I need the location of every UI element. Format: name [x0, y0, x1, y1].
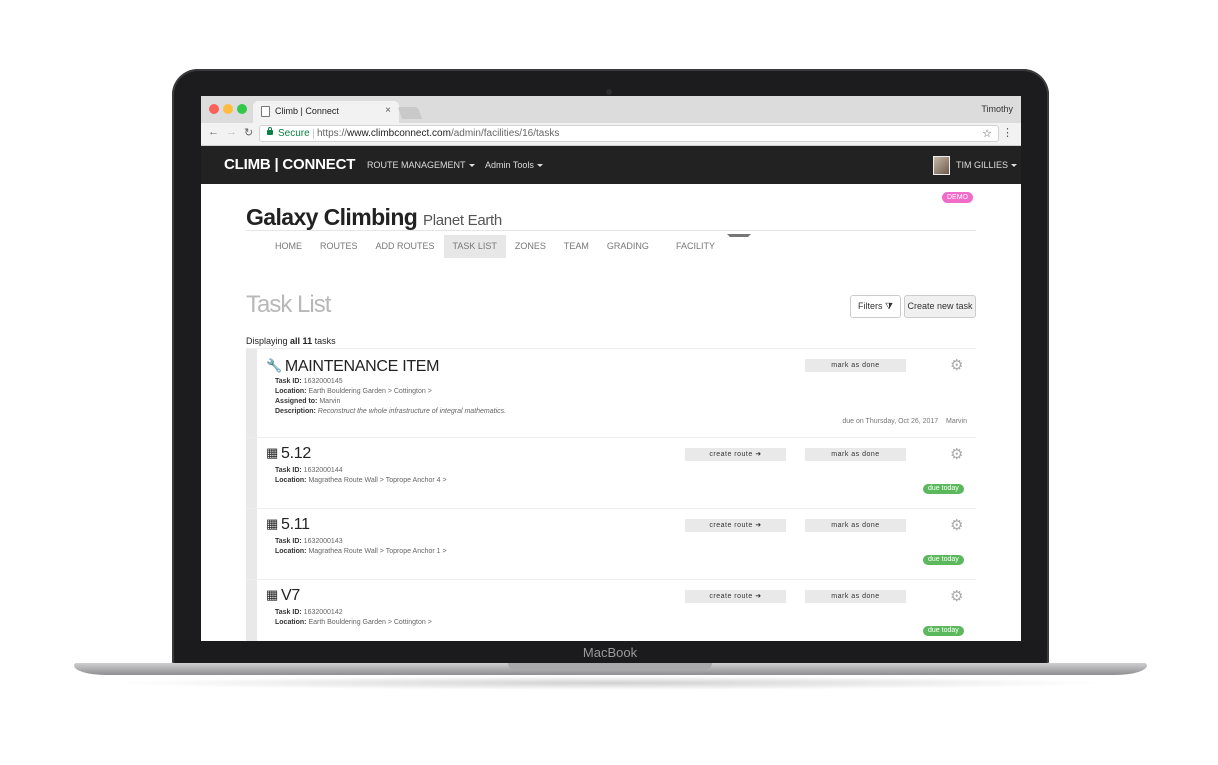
create-route-button[interactable]: create route ➜ [685, 448, 786, 461]
create-route-button[interactable]: create route ➜ [685, 519, 786, 532]
brand-logo[interactable]: CLIMB | CONNECT [224, 156, 355, 173]
app-navbar: CLIMB | CONNECT ROUTE MANAGEMENT Admin T… [201, 146, 1021, 184]
calendar-icon: ▦ [266, 445, 278, 460]
tab-add-routes[interactable]: ADD ROUTES [367, 235, 444, 258]
address-bar[interactable]: Secure https://www.climbconnect.com/admi… [259, 125, 999, 142]
task-title: ▦ 5.12 [266, 445, 311, 462]
caret-down-icon [536, 164, 543, 168]
mark-as-done-button[interactable]: mark as done [805, 448, 906, 461]
laptop-notch [508, 663, 712, 670]
back-arrow-icon[interactable]: ← [208, 126, 219, 138]
task-details: Task ID: 1632000144 Location: Magrathea … [275, 467, 447, 484]
status-badge: due today [923, 555, 964, 565]
profile-name[interactable]: Timothy [981, 104, 1013, 114]
gear-icon[interactable]: ⚙ [950, 587, 963, 605]
tab-title: Climb | Connect [275, 106, 339, 116]
minimize-window-button[interactable] [223, 104, 233, 114]
reload-icon[interactable]: ↻ [244, 126, 253, 139]
tab-grading[interactable]: GRADING [598, 235, 658, 258]
status-badge: due today [923, 626, 964, 636]
task-title: 🔧 MAINTENANCE ITEM [266, 358, 440, 375]
page-icon [261, 106, 270, 117]
caret-down-icon [468, 164, 475, 168]
admin-tools-menu[interactable]: Admin Tools [485, 160, 543, 170]
tab-zones[interactable]: ZONES [506, 235, 555, 258]
create-route-button[interactable]: create route ➜ [685, 590, 786, 603]
status-badge: due today [923, 484, 964, 494]
browser-tabstrip: Climb | Connect × Timothy [201, 96, 1021, 123]
task-card: 🔧 MAINTENANCE ITEM Task ID: 1632000145 Lo… [246, 348, 976, 438]
caret-down-icon [726, 234, 751, 260]
user-menu[interactable]: TIM GILLIES [956, 160, 1018, 170]
task-card: ▦ 5.11 Task ID: 1632000143 Location: Magr… [246, 508, 976, 580]
tab-task-list[interactable]: TASK LIST [443, 235, 506, 259]
laptop-chin: MacBook [175, 641, 1045, 665]
browser-tab[interactable]: Climb | Connect × [253, 101, 399, 123]
caret-down-icon [1011, 164, 1018, 168]
mark-as-done-button[interactable]: mark as done [805, 359, 906, 372]
screen: Climb | Connect × Timothy ← → ↻ Secure h… [201, 96, 1021, 641]
camera-icon [606, 89, 612, 95]
new-tab-button[interactable] [397, 107, 423, 119]
bookmark-star-icon[interactable]: ☆ [982, 127, 992, 140]
close-window-button[interactable] [209, 104, 219, 114]
route-management-menu[interactable]: ROUTE MANAGEMENT [367, 160, 475, 170]
task-title: ▦ V7 [266, 587, 300, 604]
facility-location: Planet Earth [423, 212, 502, 229]
tab-team[interactable]: TEAM [555, 235, 598, 258]
tab-home[interactable]: HOME [266, 235, 311, 258]
calendar-icon: ▦ [266, 587, 278, 602]
task-details: Task ID: 1632000145 Location: Earth Boul… [275, 378, 507, 415]
task-card: ▦ V7 Task ID: 1632000142 Location: Earth … [246, 579, 976, 641]
task-details: Task ID: 1632000142 Location: Earth Boul… [275, 609, 432, 626]
avatar[interactable] [933, 156, 950, 175]
gear-icon[interactable]: ⚙ [950, 516, 963, 534]
wrench-icon: 🔧 [266, 358, 282, 373]
browser-toolbar: ← → ↻ Secure https://www.climbconnect.co… [201, 123, 1021, 146]
tab-facility[interactable]: FACILITY [658, 234, 760, 257]
calendar-icon: ▦ [266, 516, 278, 531]
page-title: Galaxy Climbing Planet Earth [246, 204, 502, 230]
secure-label: Secure [278, 128, 310, 139]
mark-as-done-button[interactable]: mark as done [805, 519, 906, 532]
url-text: https://www.climbconnect.com/admin/facil… [317, 128, 560, 139]
create-new-task-button[interactable]: Create new task [904, 295, 976, 318]
tab-routes[interactable]: ROUTES [311, 235, 367, 258]
due-date: due on Thursday, Oct 26, 2017 Marvin [842, 418, 967, 425]
gear-icon[interactable]: ⚙ [950, 356, 963, 374]
lock-icon [267, 127, 273, 135]
demo-badge: DEMO [942, 192, 973, 203]
task-card: ▦ 5.12 Task ID: 1632000144 Location: Magr… [246, 437, 976, 509]
filters-button[interactable]: Filters ⧩ [850, 295, 901, 318]
mark-as-done-button[interactable]: mark as done [805, 590, 906, 603]
maximize-window-button[interactable] [237, 104, 247, 114]
gear-icon[interactable]: ⚙ [950, 445, 963, 463]
task-details: Task ID: 1632000143 Location: Magrathea … [275, 538, 447, 555]
facility-subnav: HOME ROUTES ADD ROUTES TASK LIST ZONES TEAM GR… [266, 234, 760, 259]
browser-menu-icon[interactable]: ⋮ [1002, 126, 1013, 139]
filter-icon: ⧩ [884, 301, 894, 311]
section-heading: Task List [246, 291, 331, 318]
task-title: ▦ 5.11 [266, 516, 310, 533]
device-label: MacBook [582, 645, 638, 660]
close-tab-icon[interactable]: × [385, 105, 391, 116]
forward-arrow-icon[interactable]: → [226, 126, 237, 138]
displaying-count: Displaying all 11 tasks [246, 336, 336, 346]
